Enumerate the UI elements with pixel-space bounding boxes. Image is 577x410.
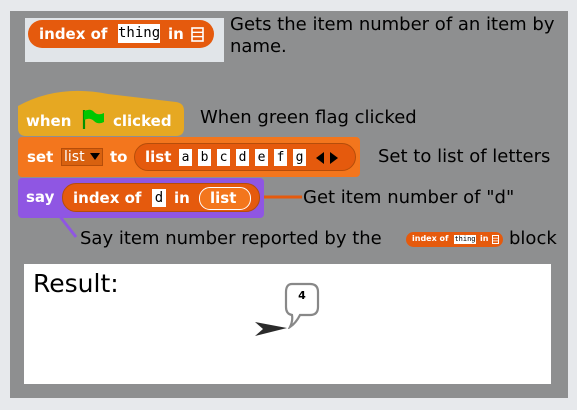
mini-in-label: in	[480, 234, 489, 243]
mini-item-input-value: thing	[454, 235, 476, 243]
arrow-sprite-icon[interactable]	[254, 319, 288, 337]
result-title: Result:	[33, 269, 119, 298]
say-note-right: Get item number of "d"	[303, 187, 515, 208]
mini-index-of-label: index of	[412, 234, 449, 243]
say-note-suffix: block	[509, 228, 557, 249]
mini-item-input: thing	[454, 235, 476, 244]
mini-list-icon	[492, 235, 499, 244]
result-stage: Result: 4	[24, 264, 551, 384]
mini-index-of-reporter: index of thing in	[406, 232, 503, 247]
speech-bubble-value: 4	[298, 289, 306, 302]
say-note-prefix: Say item number reported by the	[80, 228, 382, 249]
